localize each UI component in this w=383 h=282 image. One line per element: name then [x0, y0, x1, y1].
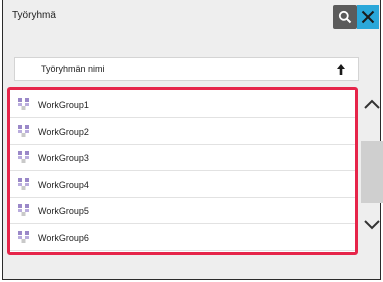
scrollbar[interactable] — [361, 87, 383, 252]
workgroup-dialog: Työryhmä Työryhmän nimi WorkGroup1 WorkGr… — [2, 0, 383, 280]
dialog-title: Työryhmä — [12, 10, 56, 21]
workgroup-icon — [17, 203, 31, 217]
workgroup-name: WorkGroup2 — [38, 126, 89, 137]
workgroup-icon — [17, 177, 31, 191]
list-item[interactable]: WorkGroup3 — [10, 145, 355, 171]
list-item[interactable]: WorkGroup6 — [10, 225, 355, 251]
search-icon — [338, 10, 352, 24]
title-bar: Työryhmä — [3, 0, 380, 47]
search-button[interactable] — [333, 5, 357, 29]
close-icon — [361, 10, 375, 24]
workgroup-icon — [17, 230, 31, 244]
scroll-up-button[interactable] — [361, 91, 383, 117]
workgroup-name: WorkGroup5 — [38, 206, 89, 216]
list-item[interactable]: WorkGroup1 — [10, 92, 355, 118]
list-item[interactable]: WorkGroup2 — [10, 119, 355, 145]
workgroup-icon — [17, 97, 31, 111]
workgroup-icon — [17, 124, 31, 138]
list-item[interactable]: WorkGroup4 — [10, 172, 355, 198]
sort-column-label: Työryhmän nimi — [41, 64, 105, 74]
scroll-down-button[interactable] — [361, 212, 383, 238]
chevron-up-icon — [364, 99, 380, 109]
workgroup-list: WorkGroup1 WorkGroup2 WorkGroup3 WorkGroup4… — [7, 87, 358, 255]
workgroup-name: WorkGroup4 — [38, 179, 89, 190]
scroll-thumb[interactable] — [361, 141, 383, 203]
chevron-down-icon — [364, 220, 380, 230]
close-button[interactable] — [357, 5, 379, 29]
sort-by-name-header[interactable]: Työryhmän nimi — [14, 57, 359, 81]
list-item[interactable]: WorkGroup5 — [10, 198, 355, 224]
workgroup-name: WorkGroup1 — [38, 100, 89, 110]
sort-up-arrow-icon — [334, 61, 348, 77]
workgroup-name: WorkGroup6 — [38, 232, 89, 243]
workgroup-name: WorkGroup3 — [38, 153, 89, 163]
workgroup-icon — [17, 150, 31, 164]
